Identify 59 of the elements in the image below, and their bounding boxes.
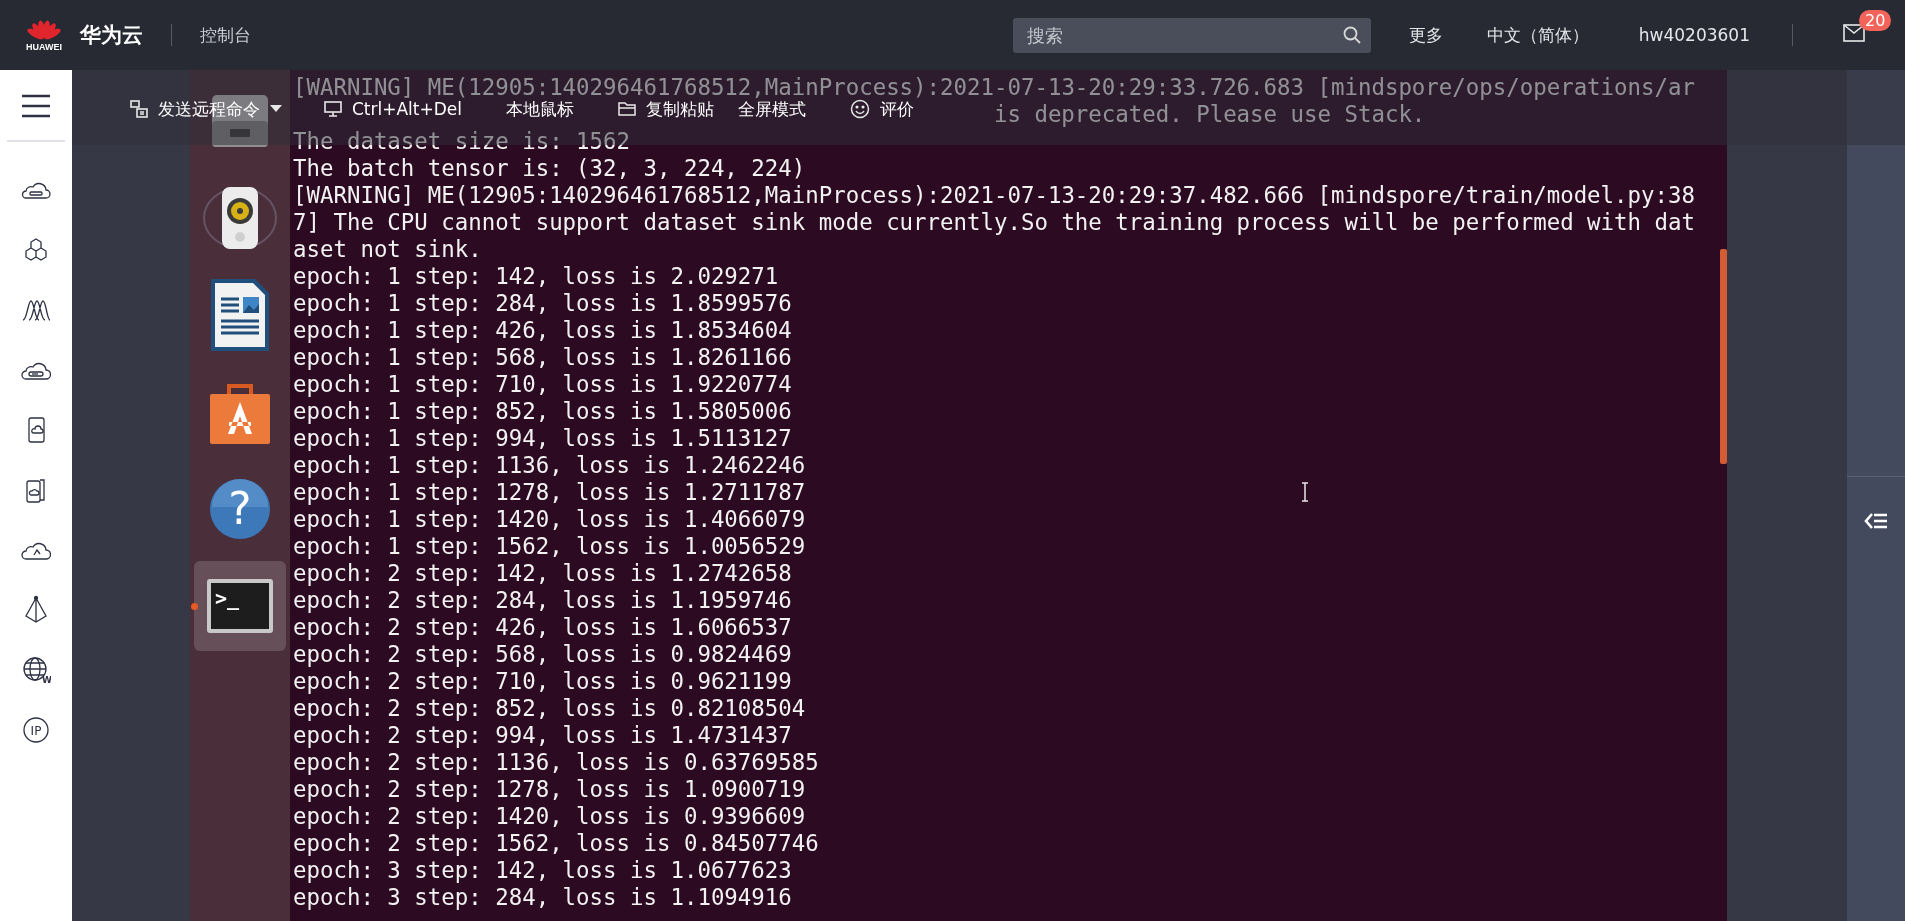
terminal-line: epoch: 1 step: 284, loss is 1.8599576 [293,292,792,314]
terminal-line: epoch: 1 step: 1562, loss is 1.0056529 [293,535,806,557]
terminal-line: epoch: 2 step: 568, loss is 0.9824469 [293,643,792,665]
terminal-line: epoch: 1 step: 1136, loss is 1.2462246 [293,454,806,476]
header-link[interactable]: 中文（简体） [1486,23,1589,47]
terminal-line: epoch: 1 step: 142, loss is 2.029271 [293,265,779,287]
terminal-line: epoch: 3 step: 284, loss is 1.1094916 [293,886,792,908]
caret-icon [270,105,282,113]
terminal-line: aset not sink. [293,238,482,260]
notification-badge: 20 [1859,10,1892,31]
terminal-line: epoch: 3 step: 142, loss is 1.0677623 [293,859,792,881]
terminal-line: epoch: 1 step: 1420, loss is 1.4066079 [293,508,806,530]
text-cursor-icon [1300,482,1310,502]
terminal-line: 7] The CPU cannot support dataset sink mode currently.So the training process will be performed with dat [293,211,1695,233]
toolbar-button[interactable]: 复制粘贴 [616,99,717,119]
terminal-line: epoch: 1 step: 1278, loss is 1.2711787 [293,481,806,503]
logo-icon [27,18,61,41]
header-link[interactable]: hw40203601 [1638,25,1750,45]
search-field[interactable]: 搜索 [1012,17,1371,53]
terminal-line: The dataset size is: 1562 [293,130,630,152]
document-icon [209,277,271,353]
terminal-line: epoch: 1 step: 426, loss is 1.8534604 [293,319,792,341]
terminal-line: epoch: 2 step: 994, loss is 1.4731437 [293,724,792,746]
ip-icon: IP [21,715,51,745]
scrollbar-thumb[interactable] [1720,249,1727,464]
folder-icon [618,101,637,117]
brand-name: 华为云 [80,22,143,49]
monitor-icon [324,100,342,118]
terminal-line: epoch: 2 step: 710, loss is 0.9621199 [293,670,792,692]
terminal-icon: >_ [206,578,274,634]
toolbar-button[interactable]: Ctrl+Alt+Del [322,99,465,119]
toolbar-button[interactable]: 全屏模式 [736,99,809,119]
toolbar-button[interactable]: 本地鼠标 [504,99,577,119]
header-link[interactable]: 更多 [1408,23,1443,47]
logo-text: HUAWEI [26,41,62,52]
terminal-line: epoch: 1 step: 710, loss is 1.9220774 [293,373,792,395]
terminal-line: epoch: 1 step: 994, loss is 1.5113127 [293,427,792,449]
terminal-line: [WARNING] ME(12905:140296461768512,MainProcess):2021-07-13-20:29:33.726.683 [mindspore/ops/operations/ar [293,76,1695,98]
running-indicator [191,603,198,610]
mail-icon[interactable] [1843,24,1865,42]
terminal-line: is deprecated. Please use Stack. [993,103,1426,125]
console-link[interactable]: 控制台 [200,23,251,47]
terminal-line: epoch: 2 step: 1420, loss is 0.9396609 [293,805,806,827]
terminal-line: epoch: 2 step: 426, loss is 1.6066537 [293,616,792,638]
search-icon[interactable] [1342,25,1361,44]
terminal-line: epoch: 2 step: 852, loss is 0.82108504 [293,697,806,719]
terminal-line: The batch tensor is: (32, 3, 224, 224) [293,157,806,179]
help-icon: ? [208,477,272,541]
terminal-line: epoch: 2 step: 1278, loss is 1.0900719 [293,778,806,800]
terminal-line: [WARNING] ME(12905:140296461768512,MainProcess):2021-07-13-20:29:37.482.666 [mindspore/train/model.py:38 [293,184,1695,206]
terminal-line: epoch: 1 step: 568, loss is 1.8261166 [293,346,792,368]
terminal-line: epoch: 2 step: 142, loss is 1.2742658 [293,562,792,584]
terminal-line: epoch: 2 step: 284, loss is 1.1959746 [293,589,792,611]
toolbar-button[interactable]: 评价 [848,99,917,119]
send-command-icon [130,100,148,118]
terminal-line: epoch: 2 step: 1562, loss is 0.84507746 [293,832,819,854]
terminal-line: epoch: 1 step: 852, loss is 1.5805006 [293,400,792,422]
smiley-icon [850,99,871,119]
terminal-line: epoch: 2 step: 1136, loss is 0.63769585 [293,751,819,773]
